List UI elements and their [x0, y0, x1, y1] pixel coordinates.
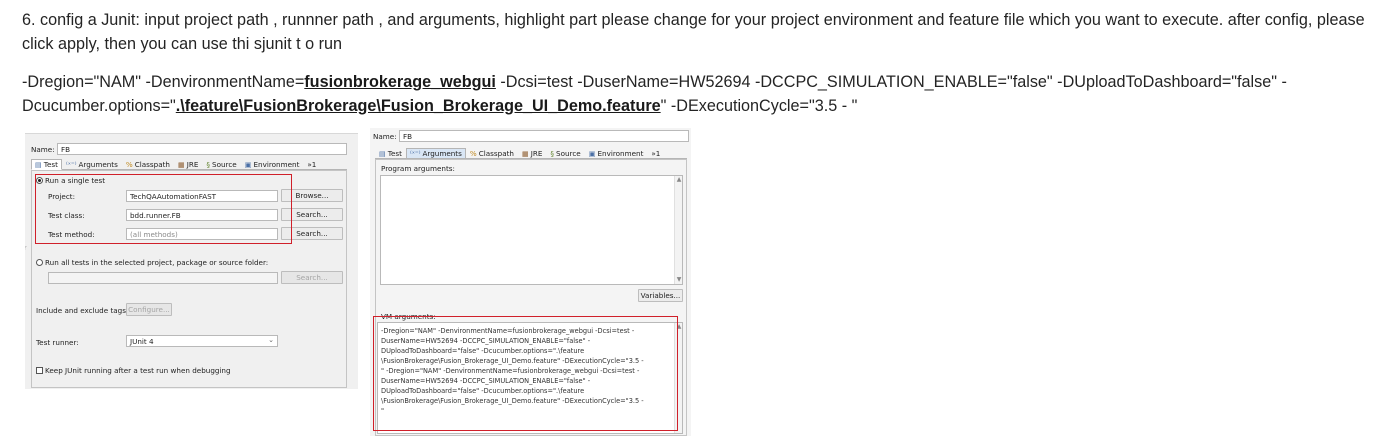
name-field[interactable]: FB — [399, 130, 689, 142]
name-label: Name: — [373, 132, 397, 141]
search-class-button[interactable]: Search... — [281, 208, 343, 221]
config-tabs: ▤ Test ⁽ˣ⁼⁾ Arguments% Classpath ▦ JRE § Source ▣… — [375, 148, 687, 159]
classpath-icon: % — [125, 160, 133, 169]
environment-name-highlight: fusionbrokerage_webgui — [304, 73, 496, 91]
tab-arguments[interactable]: ⁽ˣ⁼⁾ Arguments — [405, 148, 466, 159]
tab-source[interactable]: § Source — [202, 159, 240, 170]
classpath-icon: % — [469, 149, 477, 158]
args-text-end: " -DExecutionCycle="3.5 - " — [660, 97, 858, 115]
environment-icon: ▣ — [244, 160, 252, 169]
variables-button[interactable]: Variables... — [638, 289, 683, 302]
test-method-field[interactable]: (all methods) — [126, 228, 278, 240]
arguments-paragraph: -Dregion="NAM" -DenvironmentName=fusionb… — [22, 70, 1382, 118]
radio-unselected-icon — [36, 259, 43, 266]
scroll-up-icon: ▲ — [676, 323, 682, 330]
tab-classpath[interactable]: % Classpath — [466, 148, 518, 159]
source-icon: § — [206, 160, 211, 169]
keep-junit-running-checkbox[interactable]: Keep JUnit running after a test run when… — [36, 366, 231, 375]
test-class-label: Test class: — [48, 211, 85, 220]
instruction-step-6: 6. config a Junit: input project path , … — [22, 11, 1365, 53]
junit-config-test-tab-screenshot: Name: FB ▤ Test ⁽ˣ⁼⁾ Arguments% Classpath ▦ JR… — [25, 133, 358, 389]
project-label: Project: — [48, 192, 76, 201]
junit-config-arguments-tab-screenshot: Name: FB ▤ Test ⁽ˣ⁼⁾ Arguments% Classpath ▦ JR… — [370, 128, 691, 436]
run-single-test-option[interactable]: Run a single test — [36, 176, 105, 185]
name-field[interactable]: FB — [57, 143, 347, 155]
run-all-tests-option[interactable]: Run all tests in the selected project, p… — [36, 258, 268, 267]
tab-test[interactable]: ▤ Test — [31, 159, 62, 170]
search-folder-button[interactable]: Search... — [281, 271, 343, 284]
test-class-field[interactable]: bdd.runner.FB — [126, 209, 278, 221]
project-field[interactable]: TechQAAutomationFAST — [126, 190, 278, 202]
program-args-scrollbar[interactable]: ▲ ▼ — [674, 176, 682, 284]
tab-environment[interactable]: ▣ Environment — [585, 148, 648, 159]
search-method-button[interactable]: Search... — [281, 227, 343, 240]
tab-source[interactable]: § Source — [546, 148, 584, 159]
environment-icon: ▣ — [588, 149, 596, 158]
chevron-down-icon: ⌄ — [268, 336, 274, 344]
checkbox-icon — [36, 367, 43, 374]
source-folder-field[interactable] — [48, 272, 278, 284]
arguments-icon: ⁽ˣ⁼⁾ — [65, 160, 77, 169]
args-text-start: -Dregion="NAM" -DenvironmentName= — [22, 73, 305, 91]
tabs-overflow[interactable]: »1 — [647, 148, 664, 159]
scroll-up-icon: ▲ — [676, 176, 682, 183]
vm-arguments-label: VM arguments: — [381, 312, 436, 321]
jre-icon: ▦ — [521, 149, 529, 158]
tabs-overflow[interactable]: »1 — [303, 159, 320, 170]
tab-arguments[interactable]: ⁽ˣ⁼⁾ Arguments — [62, 159, 122, 170]
feature-path-highlight: .\feature\FusionBrokerage\Fusion_Brokera… — [175, 97, 661, 115]
scroll-down-icon: ▼ — [676, 276, 682, 283]
test-runner-select[interactable]: JUnit 4 ⌄ — [126, 335, 278, 347]
tab-classpath[interactable]: % Classpath — [122, 159, 174, 170]
test-runner-label: Test runner: — [36, 338, 79, 347]
name-label: Name: — [31, 145, 55, 154]
tab-jre[interactable]: ▦ JRE — [174, 159, 202, 170]
config-tabs: ▤ Test ⁽ˣ⁼⁾ Arguments% Classpath ▦ JRE § Source ▣… — [31, 159, 347, 170]
arguments-icon: ⁽ˣ⁼⁾ — [409, 149, 421, 158]
jre-icon: ▦ — [177, 160, 185, 169]
tab-environment[interactable]: ▣ Environment — [241, 159, 304, 170]
edge-mark: r — [25, 245, 26, 252]
test-icon: ▤ — [35, 160, 42, 169]
tab-jre[interactable]: ▦ JRE — [518, 148, 546, 159]
program-arguments-label: Program arguments: — [381, 164, 455, 173]
tab-test[interactable]: ▤ Test — [375, 148, 406, 159]
test-method-label: Test method: — [48, 230, 95, 239]
browse-button[interactable]: Browse... — [281, 189, 343, 202]
vm-arguments-text: -Dregion="NAM" -DenvironmentName=fusionb… — [381, 327, 644, 415]
tags-label: Include and exclude tags: — [36, 306, 129, 315]
radio-selected-icon — [36, 177, 43, 184]
source-icon: § — [550, 149, 555, 158]
vm-args-scrollbar[interactable]: ▲ — [674, 323, 682, 433]
test-icon: ▤ — [379, 149, 386, 158]
configure-tags-button[interactable]: Configure... — [126, 303, 172, 316]
program-arguments-textarea[interactable]: ▲ ▼ — [380, 175, 683, 285]
